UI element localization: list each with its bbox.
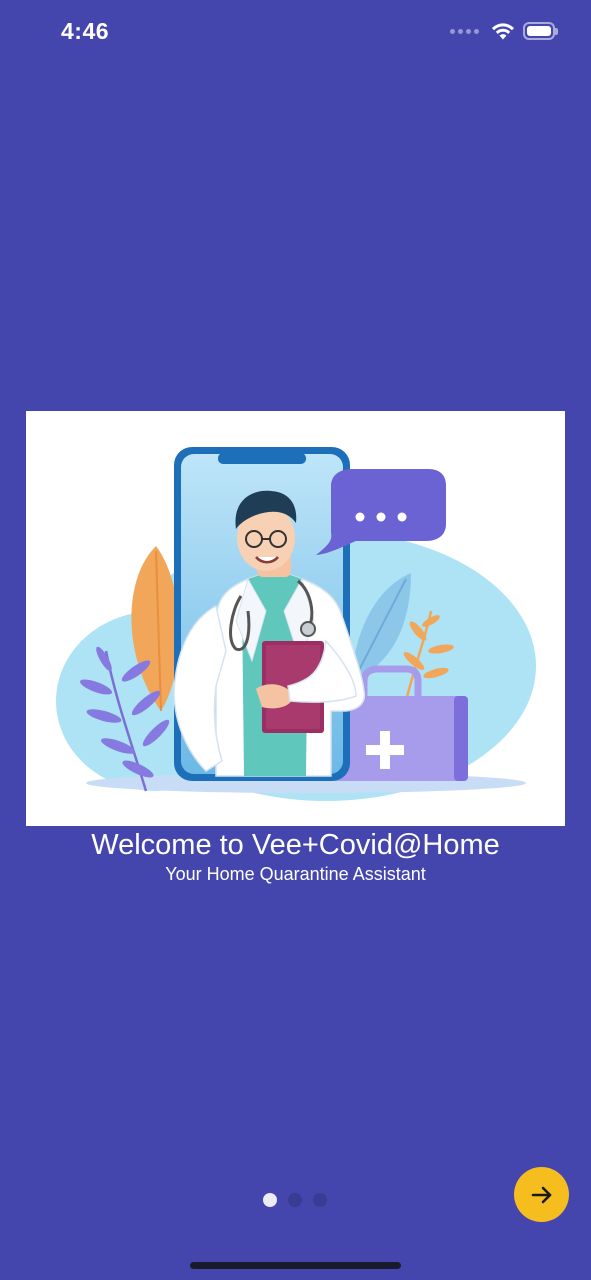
next-button[interactable] (514, 1167, 569, 1222)
status-time: 4:46 (61, 18, 110, 44)
doctor-on-phone-illustration (26, 411, 565, 826)
page-indicator (263, 1193, 327, 1207)
battery-icon (523, 22, 558, 40)
welcome-title: Welcome to Vee+Covid@Home (91, 829, 500, 861)
page-dot-2[interactable] (288, 1193, 302, 1207)
page-dot-1[interactable] (263, 1193, 277, 1207)
home-indicator[interactable] (190, 1262, 401, 1269)
status-icons (450, 22, 558, 40)
page-dot-3[interactable] (313, 1193, 327, 1207)
welcome-subtitle: Your Home Quarantine Assistant (165, 864, 426, 884)
onboarding-screen: 4:46 Welcome to Vee+Covid@Home Your Home… (0, 0, 591, 1280)
signal-dots-icon (450, 28, 479, 34)
arrow-right-icon (531, 1186, 551, 1203)
wifi-icon (492, 23, 514, 40)
status-bar: 4:46 (0, 0, 591, 70)
